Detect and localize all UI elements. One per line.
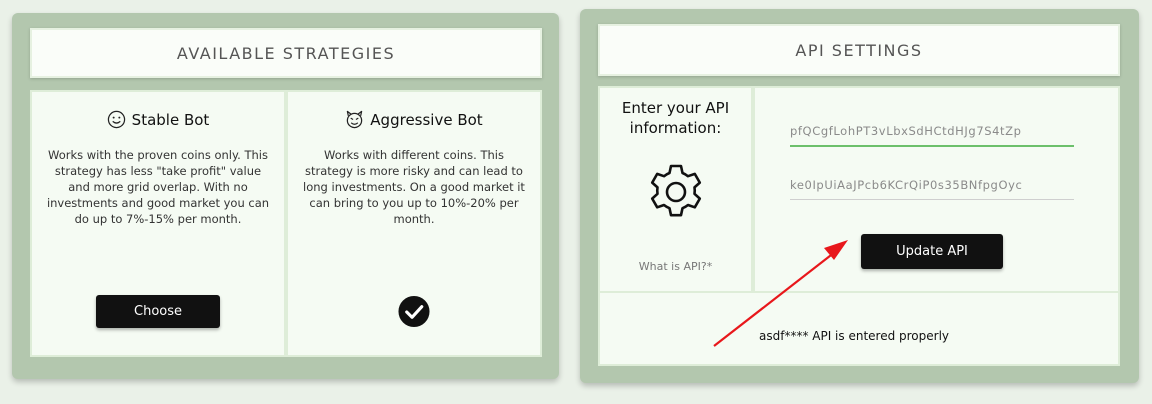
strategy-stable-description: Works with the proven coins only. This s… <box>46 148 270 226</box>
gear-icon <box>644 160 708 224</box>
strategy-aggressive-description: Works with different coins. This strateg… <box>303 148 525 226</box>
api-form-panel: Enter your API information: What is API?… <box>598 86 1120 293</box>
api-settings-card: API SETTINGS Enter your API information:… <box>580 9 1139 383</box>
devil-icon <box>347 110 363 129</box>
selected-check-icon[interactable] <box>398 295 431 328</box>
api-status-message: asdf**** API is entered properly <box>759 329 950 343</box>
api-key-input[interactable] <box>790 117 1074 147</box>
api-status-panel: asdf**** API is entered properly <box>598 291 1120 366</box>
strategy-aggressive-name: Aggressive Bot <box>370 110 483 129</box>
api-inputs-column: Update API <box>755 88 1118 291</box>
api-info-column: Enter your API information: What is API?… <box>600 88 755 291</box>
strategies-card: AVAILABLE STRATEGIES Stable Bot Works wi… <box>12 13 559 379</box>
strategies-title: AVAILABLE STRATEGIES <box>30 28 542 78</box>
strategy-stable-name: Stable Bot <box>131 110 210 129</box>
api-secret-input[interactable] <box>790 170 1074 200</box>
what-is-api-link[interactable]: What is API?* <box>600 260 751 273</box>
api-settings-title: API SETTINGS <box>598 24 1120 76</box>
update-api-button[interactable]: Update API <box>861 234 1003 269</box>
strategy-stable-title: Stable Bot <box>44 110 272 129</box>
choose-button[interactable]: Choose <box>96 295 220 328</box>
strategy-aggressive-title: Aggressive Bot <box>300 110 528 129</box>
strategy-aggressive: Aggressive Bot Works with different coin… <box>284 92 540 355</box>
smiley-icon <box>107 110 125 129</box>
api-prompt: Enter your API information: <box>621 99 730 137</box>
strategy-stable: Stable Bot Works with the proven coins o… <box>32 92 284 355</box>
strategies-panel: Stable Bot Works with the proven coins o… <box>30 90 542 357</box>
